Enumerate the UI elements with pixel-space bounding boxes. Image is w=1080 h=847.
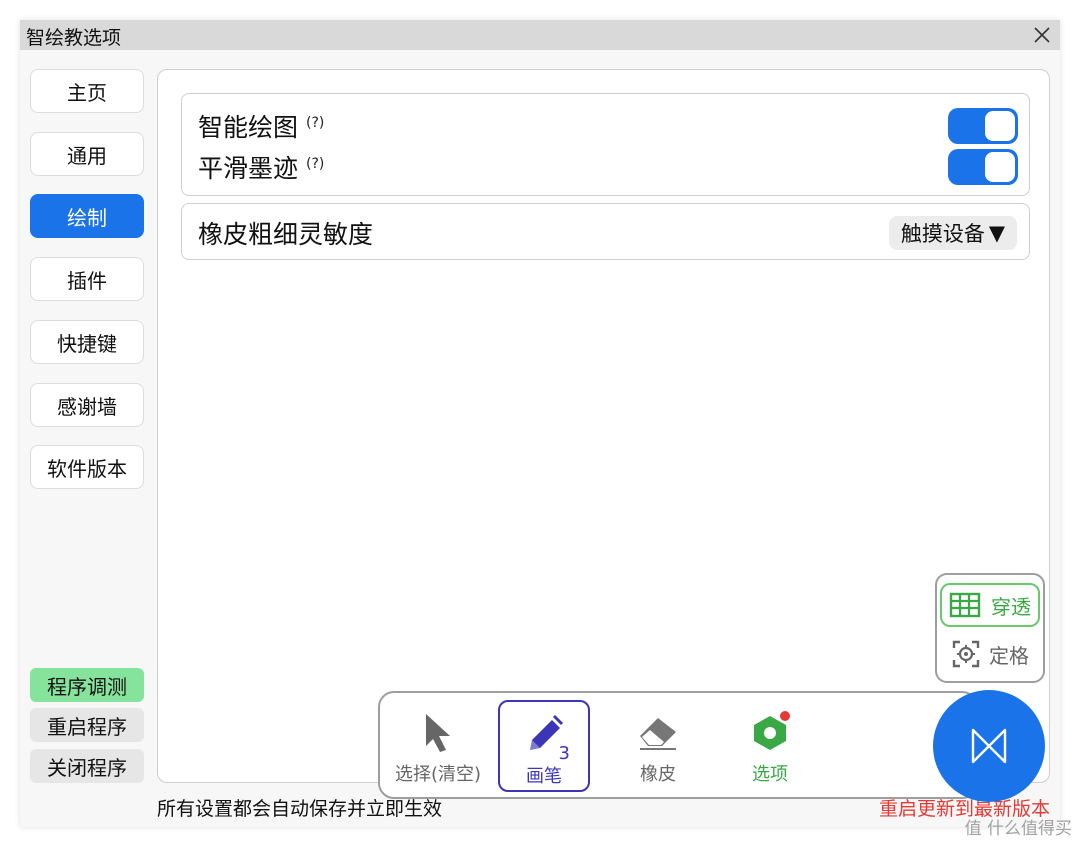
exit-button[interactable]: 关闭程序 — [30, 749, 144, 783]
select-tool-label: 选择(清空) — [394, 764, 482, 785]
floating-toolbar: 选择(清空) 3 画笔 橡皮 选项 — [378, 691, 978, 799]
passthrough-label: 穿透 — [991, 594, 1031, 619]
options-tool-label: 选项 — [752, 764, 788, 785]
smooth-ink-setting: 平滑墨迹 (?) — [198, 149, 324, 185]
eraser-tool[interactable]: 橡皮 — [612, 700, 704, 792]
toggle-knob — [985, 152, 1015, 182]
sidebar-item-general[interactable]: 通用 — [30, 132, 144, 176]
toggle-knob — [985, 111, 1015, 141]
pen-tool-label: 画笔 — [526, 766, 562, 787]
grid-icon — [949, 592, 981, 618]
cursor-icon — [426, 714, 450, 752]
chevron-down-icon: ▼ — [988, 221, 1005, 245]
freeze-button[interactable]: 定格 — [940, 632, 1040, 676]
drawing-toggles-card: 智能绘图 (?) 平滑墨迹 (?) — [181, 93, 1030, 196]
mode-panel: 穿透 定格 — [935, 573, 1045, 683]
bowtie-icon — [971, 728, 1007, 764]
sidebar-item-plugins[interactable]: 插件 — [30, 257, 144, 301]
sidebar-item-thanks[interactable]: 感谢墙 — [30, 383, 144, 427]
toggle-toolbar-button[interactable] — [933, 690, 1045, 802]
smart-draw-setting: 智能绘图 (?) — [198, 108, 324, 144]
smart-draw-help-icon[interactable]: (?) — [306, 115, 324, 131]
settings-window: 智绘教选项 主页 通用 绘制 插件 快捷键 感谢墙 软件版本 程序调测 重启程序… — [20, 20, 1060, 827]
options-tool[interactable]: 选项 — [724, 700, 816, 792]
sidebar-item-home[interactable]: 主页 — [30, 69, 144, 113]
pen-tool[interactable]: 3 画笔 — [498, 700, 590, 792]
smart-draw-label: 智能绘图 — [198, 113, 299, 142]
freeze-label: 定格 — [989, 643, 1029, 668]
eraser-icon — [640, 718, 676, 750]
sidebar-item-version[interactable]: 软件版本 — [30, 445, 144, 489]
smooth-ink-toggle[interactable] — [948, 149, 1018, 185]
window-title: 智绘教选项 — [26, 27, 122, 49]
close-icon[interactable] — [1030, 23, 1054, 47]
options-icon — [754, 711, 790, 750]
dropdown-value: 触摸设备 — [900, 222, 985, 246]
eraser-sensitivity-label: 橡皮粗细灵敏度 — [198, 220, 374, 249]
sidebar-item-shortcuts[interactable]: 快捷键 — [30, 320, 144, 364]
passthrough-button[interactable]: 穿透 — [940, 583, 1040, 627]
smooth-ink-label: 平滑墨迹 — [198, 154, 299, 183]
freeze-icon — [952, 640, 980, 668]
sidebar-item-draw[interactable]: 绘制 — [30, 194, 144, 238]
debug-button[interactable]: 程序调测 — [30, 668, 144, 702]
settings-content: 智能绘图 (?) 平滑墨迹 (?) 橡皮粗细灵敏度 触摸设备 ▼ — [157, 69, 1050, 783]
pen-icon-wrapper: 3 — [522, 712, 570, 764]
watermark: 值 什么值得买 — [964, 819, 1072, 839]
eraser-sensitivity-card: 橡皮粗细灵敏度 触摸设备 ▼ — [181, 203, 1030, 260]
smart-draw-toggle[interactable] — [948, 108, 1018, 144]
smooth-ink-help-icon[interactable]: (?) — [306, 156, 324, 172]
eraser-tool-label: 橡皮 — [640, 764, 676, 785]
pen-size-badge: 3 — [558, 743, 570, 764]
title-bar: 智绘教选项 — [20, 20, 1060, 50]
select-tool[interactable]: 选择(清空) — [388, 700, 488, 792]
eraser-sensitivity-dropdown[interactable]: 触摸设备 ▼ — [888, 216, 1017, 250]
restart-button[interactable]: 重启程序 — [30, 708, 144, 742]
